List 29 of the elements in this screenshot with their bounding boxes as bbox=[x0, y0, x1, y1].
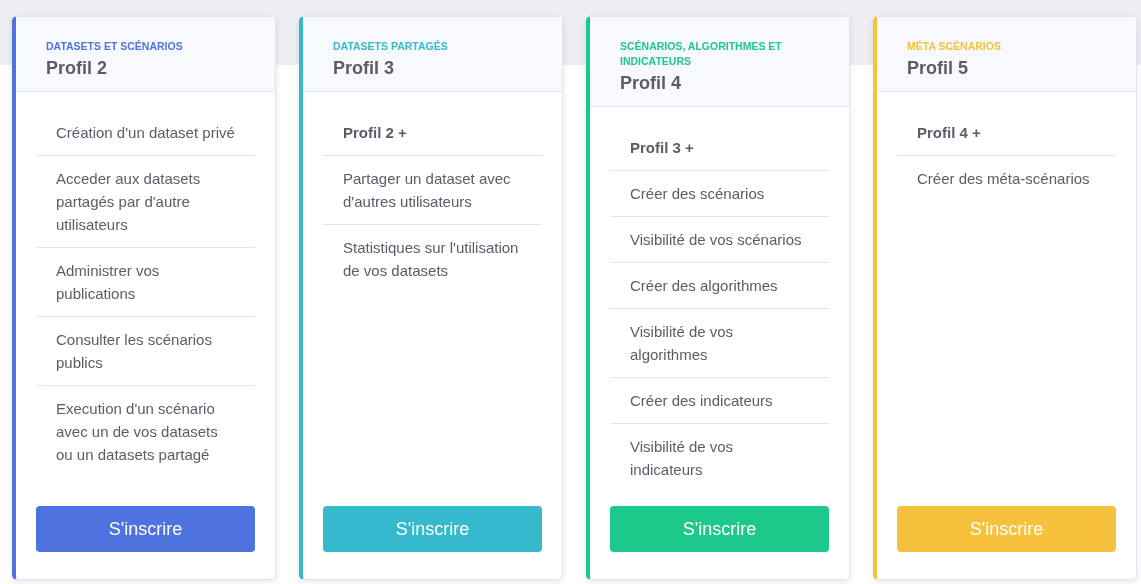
plan-title: Profil 2 bbox=[46, 58, 108, 79]
plan-category: DATASETS PARTAGÉS bbox=[333, 39, 449, 54]
feature-item: Statistiques sur l'utilisation de vos datasets bbox=[342, 238, 520, 281]
feature-item: Créer des scénarios bbox=[610, 171, 829, 217]
feature-item: Consulter les scénarios publics bbox=[36, 317, 255, 386]
feature-item: Visibilité de vos scénarios bbox=[610, 217, 829, 263]
feature-item: Profil 3 + bbox=[610, 125, 829, 171]
plan-title: Profil 5 bbox=[907, 58, 969, 79]
feature-item: Execution d'un scénario avec un de vos datasets ou un datasets partagé bbox=[55, 399, 219, 465]
plan-category: MÉTA SCÉNARIOS bbox=[907, 39, 1002, 54]
feature-item: Création d'un dataset privé bbox=[36, 110, 255, 156]
plan-title: Profil 4 bbox=[620, 73, 682, 94]
signup-button[interactable]: S'inscrire bbox=[36, 506, 255, 552]
feature-item: Partager un dataset avec d'autres utilisateurs bbox=[323, 156, 542, 225]
plan-title: Profil 3 bbox=[333, 58, 395, 79]
feature-item: Profil 4 + bbox=[897, 110, 1116, 156]
feature-item: Acceder aux datasets partagés par d'autre utilisateurs bbox=[36, 156, 255, 248]
signup-button[interactable]: S'inscrire bbox=[610, 506, 829, 552]
feature-item: Créer des algorithmes bbox=[610, 263, 829, 309]
signup-button[interactable]: S'inscrire bbox=[323, 506, 542, 552]
feature-item: Visibilité de vos algorithmes bbox=[610, 309, 829, 378]
plan-category: SCÉNARIOS, ALGORITHMES ET INDICATEURS bbox=[620, 39, 783, 69]
feature-item: Créer des méta-scénarios bbox=[916, 169, 1091, 189]
plan-category: DATASETS ET SCÉNARIOS bbox=[46, 39, 184, 54]
signup-button[interactable]: S'inscrire bbox=[897, 506, 1116, 552]
feature-item: Administrer vos publications bbox=[36, 248, 255, 317]
feature-item: Profil 2 + bbox=[323, 110, 542, 156]
feature-item: Visibilité de vos indicateurs bbox=[629, 437, 735, 480]
feature-item: Créer des indicateurs bbox=[610, 378, 829, 424]
